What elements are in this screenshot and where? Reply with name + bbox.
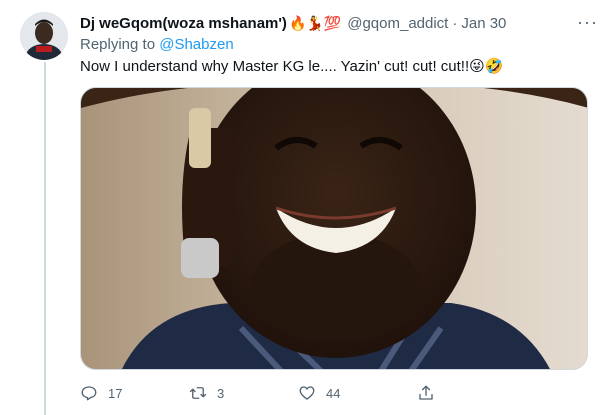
replying-prefix: Replying to bbox=[80, 36, 156, 53]
user-handle[interactable]: @gqom_addict bbox=[347, 15, 448, 32]
tweet-timestamp[interactable]: Jan 30 bbox=[461, 15, 506, 32]
reply-button[interactable]: 17 bbox=[80, 384, 122, 402]
avatar[interactable] bbox=[20, 12, 68, 60]
retweet-button[interactable]: 3 bbox=[189, 384, 224, 402]
share-icon bbox=[419, 385, 433, 400]
reply-icon bbox=[81, 386, 97, 401]
heart-icon bbox=[299, 386, 315, 400]
replying-handle-link[interactable]: @Shabzen bbox=[159, 36, 233, 53]
tweet-header: Dj weGqom(woza mshanam') 🔥💃💯 @gqom_addic… bbox=[80, 12, 602, 34]
more-options-icon[interactable]: ··· bbox=[577, 12, 598, 33]
share-button[interactable] bbox=[417, 384, 435, 402]
photo-child-on-phone bbox=[81, 88, 587, 369]
tweet-actions: 17 3 44 bbox=[80, 382, 520, 404]
reply-count: 17 bbox=[108, 385, 123, 401]
retweet-count: 3 bbox=[217, 385, 225, 401]
retweet-icon bbox=[189, 387, 207, 399]
tweet-media-image[interactable] bbox=[80, 87, 588, 370]
thread-line bbox=[44, 62, 46, 415]
avatar-image bbox=[20, 12, 68, 60]
like-button[interactable]: 44 bbox=[298, 384, 340, 402]
tweet-text: Now I understand why Master KG le.... Ya… bbox=[80, 58, 504, 75]
like-count: 44 bbox=[326, 385, 341, 401]
replying-to: Replying to @Shabzen bbox=[80, 36, 234, 53]
separator-dot: · bbox=[452, 14, 458, 32]
name-emojis: 🔥💃💯 bbox=[288, 14, 342, 31]
display-name[interactable]: Dj weGqom(woza mshanam') bbox=[80, 15, 287, 32]
